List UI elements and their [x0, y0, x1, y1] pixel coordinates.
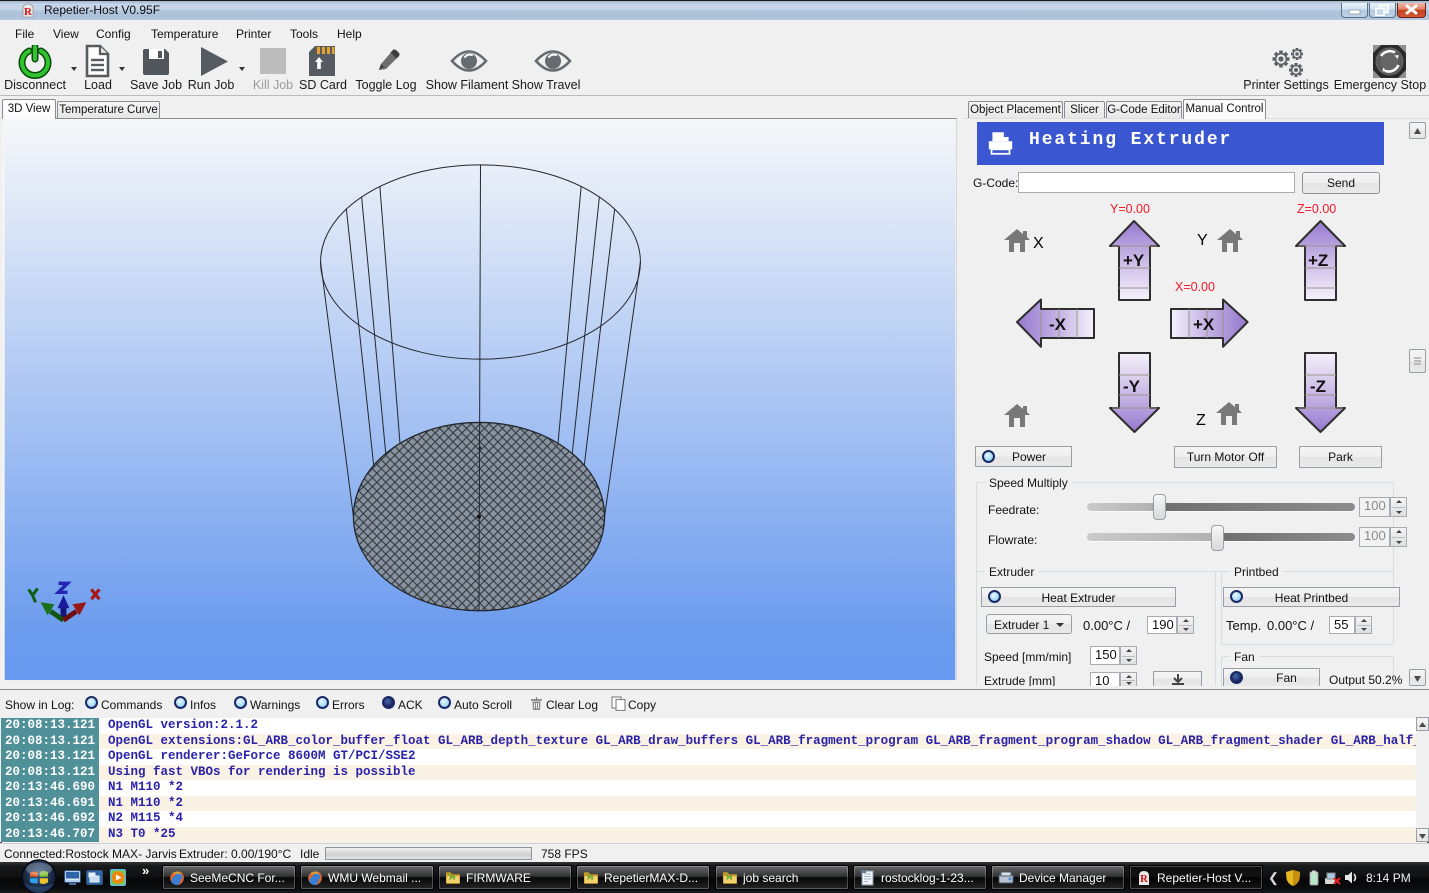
svg-text:+Y: +Y [1123, 251, 1145, 270]
svg-text:+Z: +Z [1308, 251, 1328, 270]
svg-text:X: X [1033, 235, 1044, 252]
svg-text:R: R [24, 6, 33, 18]
svg-text:-X: -X [1049, 315, 1067, 334]
svg-text:-Y: -Y [1123, 377, 1141, 396]
svg-text:R: R [1140, 873, 1149, 885]
svg-text:+X: +X [1193, 315, 1215, 334]
svg-text:Y: Y [1197, 232, 1208, 249]
svg-text:Z: Z [1196, 412, 1206, 429]
svg-text:-Z: -Z [1310, 377, 1326, 396]
